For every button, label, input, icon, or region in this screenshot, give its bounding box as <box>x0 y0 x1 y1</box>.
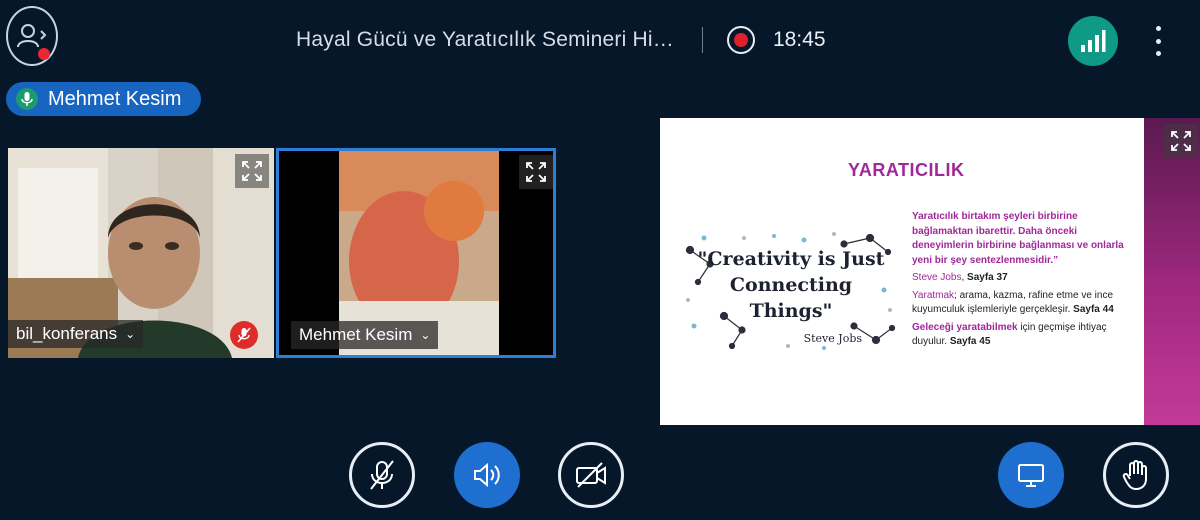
video-off-icon <box>576 462 606 488</box>
quote-author: Steve Jobs <box>803 332 862 345</box>
connection-status-button[interactable] <box>1068 16 1118 66</box>
source-page: Sayfa 45 <box>949 336 991 347</box>
record-icon[interactable] <box>726 26 755 54</box>
video-user-label[interactable]: Mehmet Kesim ⌄ <box>291 321 439 349</box>
mic-icon <box>16 88 38 110</box>
raise-hand-button[interactable] <box>1103 442 1169 508</box>
source-page: Sayfa 37 <box>967 272 1008 283</box>
meeting-title: Hayal Gücü ve Yaratıcılık Semineri Hi… <box>296 28 674 51</box>
slide-body: Yaratıcılık birtakım şeyleri birbirine b… <box>912 211 1124 347</box>
slide-paragraph: Yaratıcılık birtakım şeyleri birbirine b… <box>912 211 1124 266</box>
talker-name: Mehmet Kesim <box>48 87 182 110</box>
signal-bars-icon <box>1081 30 1106 52</box>
screen-share-icon <box>1018 464 1044 487</box>
video-button[interactable] <box>558 442 624 508</box>
source-name: Steve Jobs <box>912 272 962 283</box>
video-user-label[interactable]: bil_konferans ⌄ <box>8 320 144 348</box>
video-username: bil_konferans <box>16 324 118 343</box>
more-options-button[interactable] <box>1148 26 1168 56</box>
chevron-down-icon: ⌄ <box>125 327 136 341</box>
fullscreen-button[interactable] <box>519 155 553 189</box>
mic-off-icon <box>230 321 258 349</box>
quote-line: Things" <box>749 300 833 322</box>
mic-off-icon <box>370 460 394 490</box>
talking-indicator[interactable]: Mehmet Kesim <box>6 82 202 116</box>
chevron-down-icon: ⌄ <box>420 328 431 342</box>
mute-button[interactable] <box>349 442 415 508</box>
meeting-header: Hayal Gücü ve Yaratıcılık Semineri Hi… 1… <box>296 26 826 54</box>
fullscreen-button[interactable] <box>235 154 269 188</box>
video-username: Mehmet Kesim <box>299 325 413 344</box>
term: Geleceği yaratabilmek <box>912 321 1018 333</box>
screen-share-button[interactable] <box>998 442 1064 508</box>
quote-line: "Creativity is Just <box>697 248 885 270</box>
hand-icon <box>1122 460 1147 490</box>
slide-title: YARATICILIK <box>848 160 965 180</box>
speaker-icon <box>474 462 500 488</box>
source-page: Sayfa 44 <box>1073 304 1114 315</box>
audio-button[interactable] <box>454 442 520 508</box>
video-tile-2[interactable]: Mehmet Kesim ⌄ <box>276 148 556 358</box>
quote-image: "Creativity is Just Connecting Things" S… <box>684 230 898 354</box>
slide-decoration <box>1144 118 1200 425</box>
fullscreen-icon <box>1171 131 1191 151</box>
fullscreen-button[interactable] <box>1164 124 1198 158</box>
notification-dot <box>38 48 50 60</box>
recording-time: 18:45 <box>772 28 826 51</box>
fullscreen-icon <box>526 162 546 182</box>
more-vertical-icon <box>1155 26 1161 31</box>
header-divider <box>701 27 703 53</box>
fullscreen-icon <box>242 161 262 181</box>
video-tile-1[interactable]: bil_konferans ⌄ <box>8 148 274 358</box>
quote-line: Connecting <box>729 274 853 296</box>
presentation-slide: YARATICILIK "Creativity is Just Connecti… <box>660 118 1144 425</box>
quote-text: "Creativity is Just Connecting Things" <box>684 246 898 324</box>
users-icon <box>17 24 47 48</box>
term: Yaratmak <box>912 289 955 301</box>
users-toggle-button[interactable] <box>6 6 58 66</box>
